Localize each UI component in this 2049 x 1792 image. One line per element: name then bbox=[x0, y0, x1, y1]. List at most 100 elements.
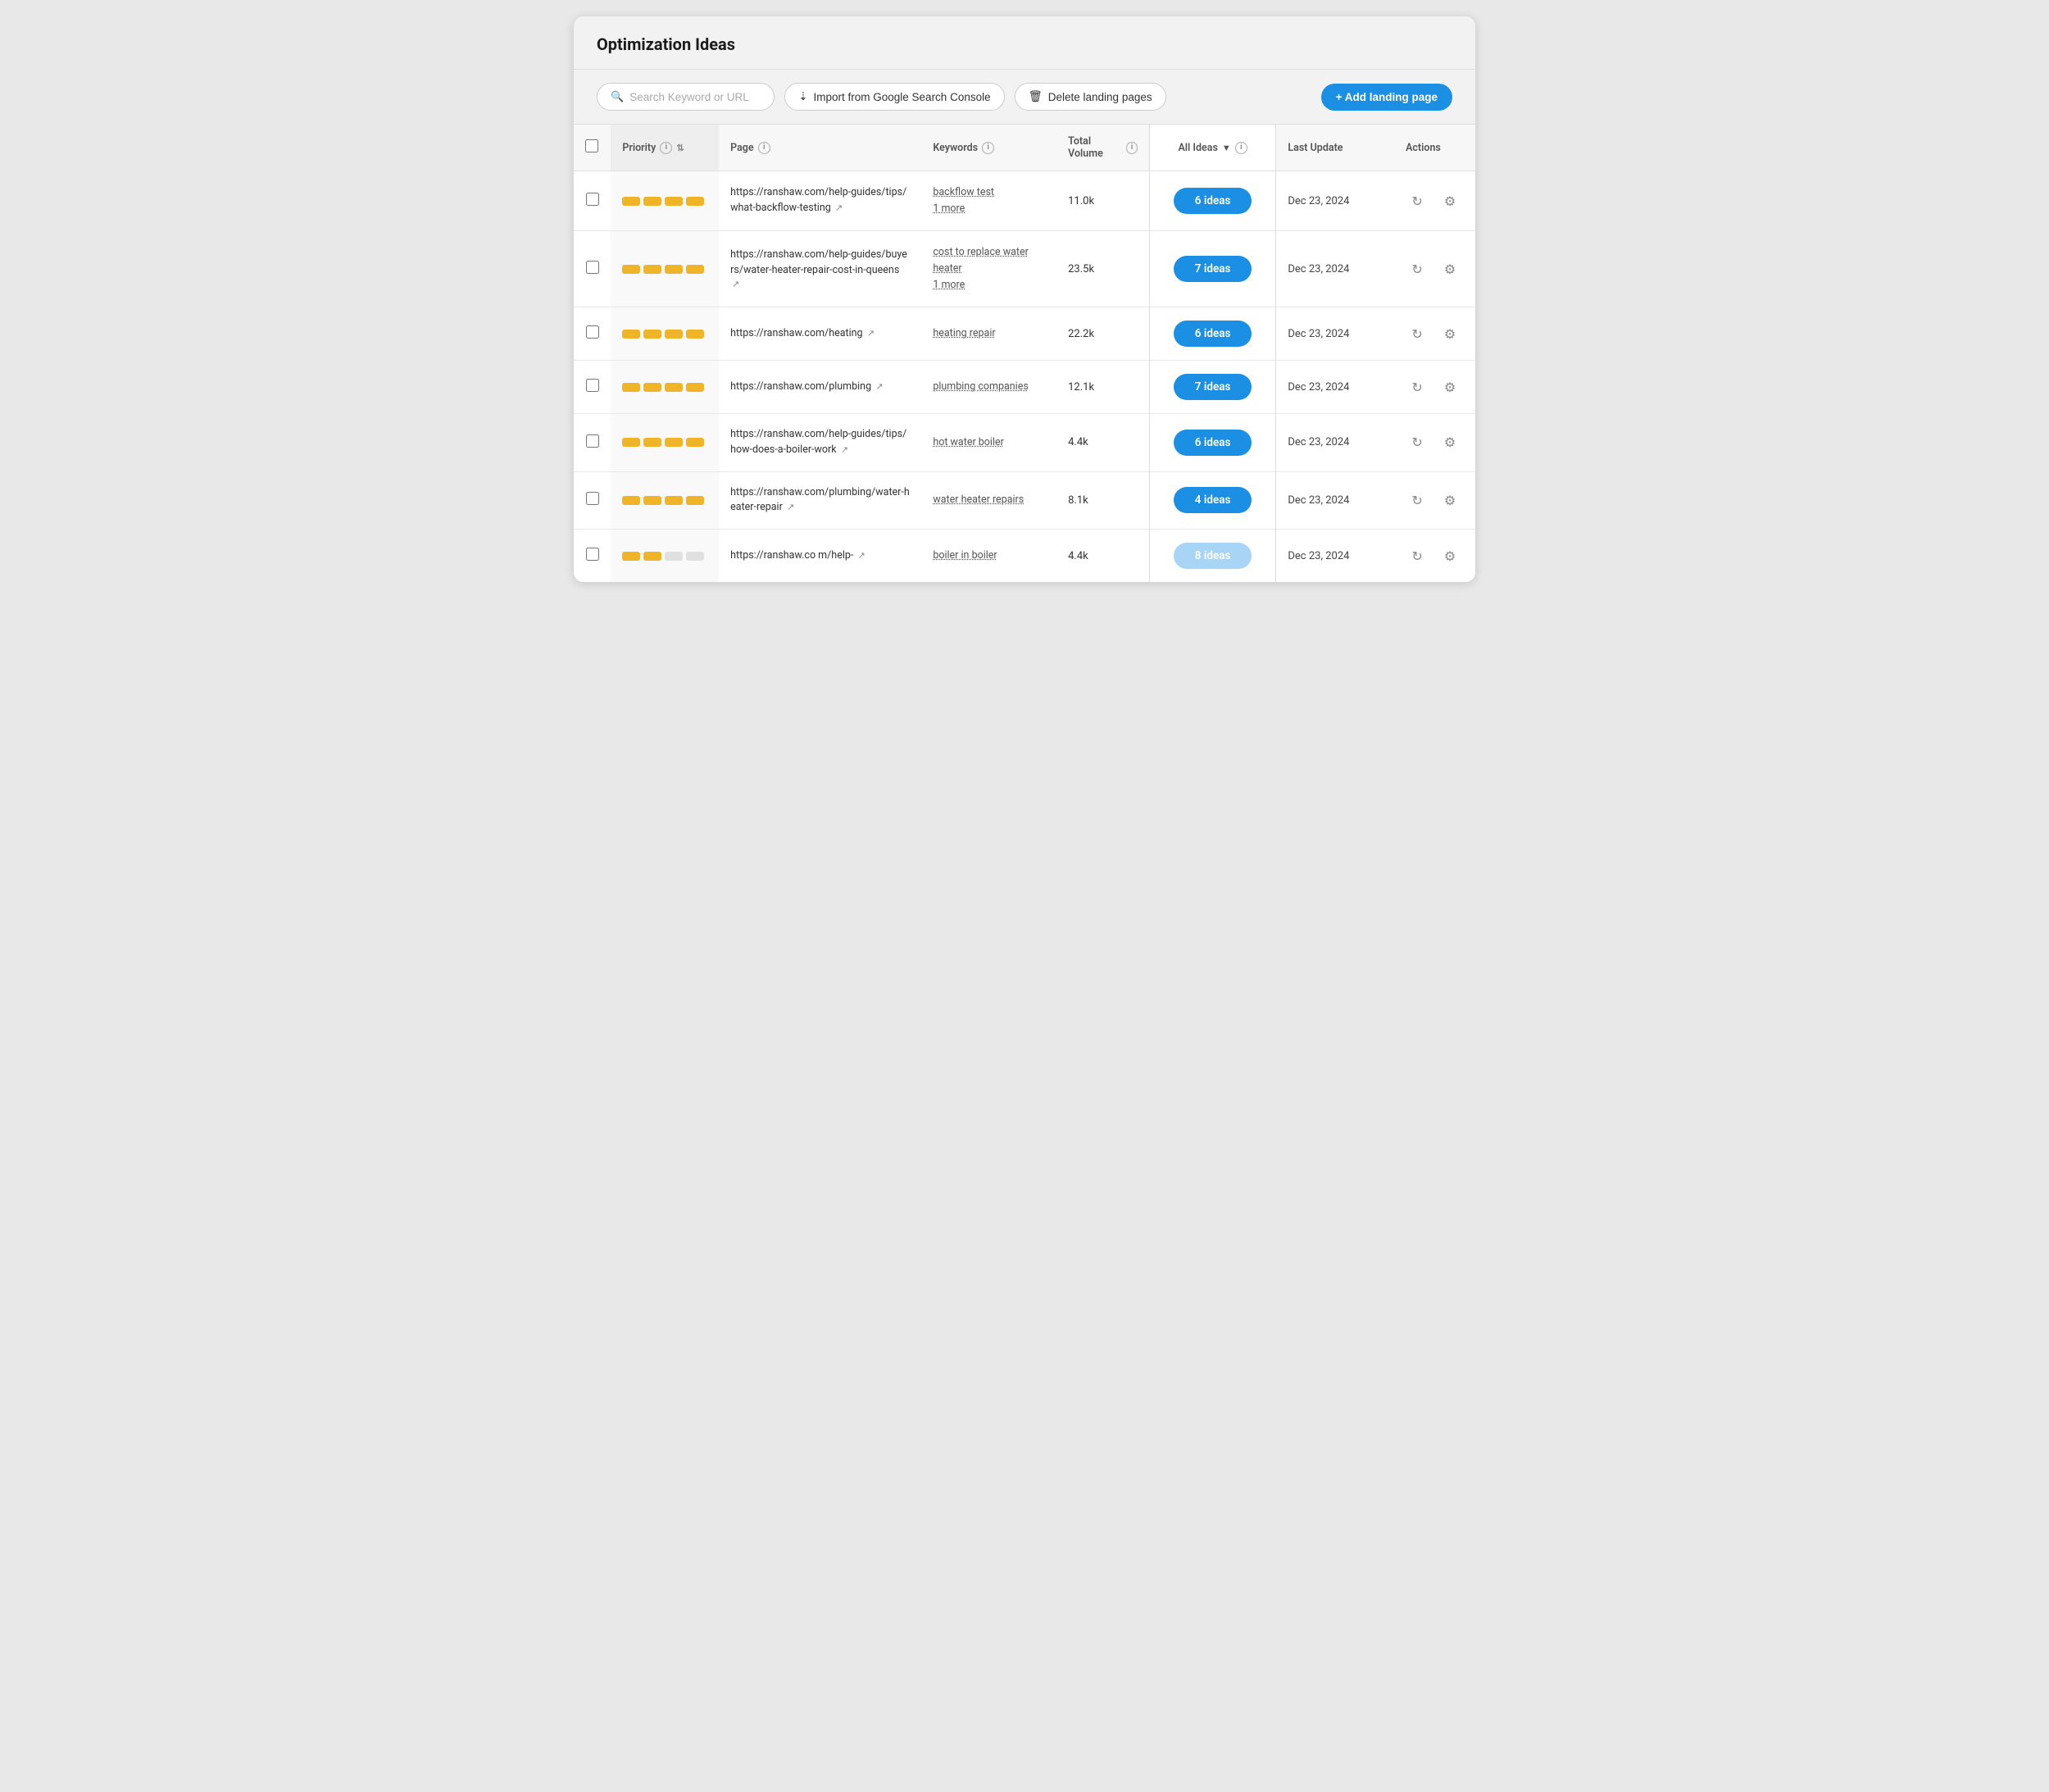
date-value: Dec 23, 2024 bbox=[1288, 195, 1349, 207]
ideas-badge[interactable]: 4 ideas bbox=[1174, 487, 1252, 513]
priority-bar-filled bbox=[665, 383, 683, 392]
keyword-link[interactable]: hot water boiler bbox=[933, 434, 1045, 451]
date-value: Dec 23, 2024 bbox=[1288, 494, 1349, 507]
volume-value: 23.5k bbox=[1068, 263, 1094, 275]
keyword-link[interactable]: plumbing companies bbox=[933, 379, 1045, 395]
keywords-cell: backflow test1 more bbox=[921, 171, 1056, 231]
ideas-badge[interactable]: 7 ideas bbox=[1174, 256, 1252, 282]
refresh-icon[interactable]: ↻ bbox=[1406, 257, 1429, 280]
external-link-icon[interactable]: ↗ bbox=[835, 202, 843, 213]
page-cell: https://ranshaw.com/plumbing/water-heate… bbox=[719, 471, 921, 530]
keyword-link[interactable]: backflow test bbox=[933, 184, 1045, 201]
keyword-link[interactable]: water heater repairs bbox=[933, 492, 1045, 508]
priority-bar-filled bbox=[643, 197, 661, 206]
row-checkbox-cell bbox=[574, 171, 611, 231]
refresh-icon[interactable]: ↻ bbox=[1406, 489, 1429, 512]
row-checkbox[interactable] bbox=[586, 193, 599, 206]
refresh-icon[interactable]: ↻ bbox=[1406, 189, 1429, 212]
lastupdate-cell: Dec 23, 2024 bbox=[1276, 471, 1394, 530]
priority-bars bbox=[622, 197, 707, 206]
refresh-icon[interactable]: ↻ bbox=[1406, 544, 1429, 567]
ideas-badge[interactable]: 6 ideas bbox=[1174, 188, 1252, 214]
priority-bar-filled bbox=[643, 552, 661, 561]
keyword-link[interactable]: 1 more bbox=[933, 277, 1045, 293]
date-value: Dec 23, 2024 bbox=[1288, 381, 1349, 393]
volume-cell: 12.1k bbox=[1056, 361, 1149, 414]
actions-cell: ↻ ⚙ bbox=[1394, 471, 1475, 530]
import-button[interactable]: ⇣ Import from Google Search Console bbox=[784, 83, 1004, 111]
page-cell: https://ranshaw.com/help-guides/tips/wha… bbox=[719, 171, 921, 231]
page-info-icon[interactable]: i bbox=[758, 142, 770, 154]
refresh-icon[interactable]: ↻ bbox=[1406, 431, 1429, 454]
priority-bar-empty bbox=[686, 552, 704, 561]
row-checkbox[interactable] bbox=[586, 261, 599, 274]
volume-info-icon[interactable]: i bbox=[1126, 142, 1138, 154]
external-link-icon[interactable]: ↗ bbox=[875, 381, 883, 392]
row-checkbox[interactable] bbox=[586, 434, 599, 448]
ideas-dropdown-icon[interactable]: ▼ bbox=[1222, 143, 1231, 153]
page-title: Optimization Ideas bbox=[597, 34, 1452, 54]
search-button[interactable]: 🔍 bbox=[597, 83, 775, 111]
row-checkbox[interactable] bbox=[586, 325, 599, 339]
select-all-checkbox[interactable] bbox=[585, 139, 598, 152]
settings-icon[interactable]: ⚙ bbox=[1438, 322, 1461, 345]
add-landing-page-button[interactable]: + Add landing page bbox=[1321, 84, 1452, 111]
priority-bar-filled bbox=[665, 496, 683, 505]
page-cell: https://ranshaw.com/help-guides/tips/how… bbox=[719, 414, 921, 472]
refresh-icon[interactable]: ↻ bbox=[1406, 375, 1429, 398]
ideas-badge[interactable]: 7 ideas bbox=[1174, 374, 1252, 400]
row-checkbox[interactable] bbox=[586, 548, 599, 561]
external-link-icon[interactable]: ↗ bbox=[841, 444, 848, 455]
lastupdate-cell: Dec 23, 2024 bbox=[1276, 307, 1394, 361]
volume-cell: 8.1k bbox=[1056, 471, 1149, 530]
volume-value: 22.2k bbox=[1068, 328, 1094, 340]
keyword-link[interactable]: heating repair bbox=[933, 325, 1045, 342]
ideas-cell: 4 ideas bbox=[1149, 471, 1275, 530]
keywords-cell: boiler in boiler bbox=[921, 530, 1056, 583]
priority-bar-filled bbox=[686, 496, 704, 505]
delete-label: Delete landing pages bbox=[1048, 91, 1152, 103]
settings-icon[interactable]: ⚙ bbox=[1438, 489, 1461, 512]
ideas-badge[interactable]: 6 ideas bbox=[1174, 430, 1252, 456]
external-link-icon[interactable]: ↗ bbox=[732, 279, 739, 289]
priority-bar-filled bbox=[686, 197, 704, 206]
keywords-info-icon[interactable]: i bbox=[982, 142, 994, 154]
keyword-link[interactable]: 1 more bbox=[933, 201, 1045, 217]
keyword-link[interactable]: boiler in boiler bbox=[933, 548, 1045, 564]
table-row: https://ranshaw.com/help-guides/tips/how… bbox=[574, 414, 1475, 472]
settings-icon[interactable]: ⚙ bbox=[1438, 431, 1461, 454]
keyword-link[interactable]: cost to replace water heater bbox=[933, 244, 1045, 277]
date-value: Dec 23, 2024 bbox=[1288, 263, 1349, 275]
actions-column-header: Actions bbox=[1394, 125, 1475, 171]
page-url: https://ranshaw.com/help-guides/tips/how… bbox=[730, 428, 906, 456]
lastupdate-cell: Dec 23, 2024 bbox=[1276, 361, 1394, 414]
ideas-info-icon[interactable]: i bbox=[1235, 142, 1247, 154]
delete-button[interactable]: 🗑 Delete landing pages bbox=[1015, 83, 1166, 111]
volume-cell: 4.4k bbox=[1056, 414, 1149, 472]
external-link-icon[interactable]: ↗ bbox=[787, 502, 794, 512]
ideas-cell: 6 ideas bbox=[1149, 171, 1275, 231]
external-link-icon[interactable]: ↗ bbox=[858, 550, 865, 561]
import-icon: ⇣ bbox=[798, 90, 807, 103]
page-url: https://ranshaw.com/help-guides/tips/wha… bbox=[730, 186, 906, 214]
volume-value: 4.4k bbox=[1068, 436, 1088, 448]
settings-icon[interactable]: ⚙ bbox=[1438, 189, 1461, 212]
page-url: https://ranshaw.com/plumbing/water-heate… bbox=[730, 486, 910, 514]
row-checkbox[interactable] bbox=[586, 379, 599, 392]
settings-icon[interactable]: ⚙ bbox=[1438, 375, 1461, 398]
volume-value: 12.1k bbox=[1068, 381, 1094, 393]
settings-icon[interactable]: ⚙ bbox=[1438, 257, 1461, 280]
row-checkbox[interactable] bbox=[586, 492, 599, 505]
search-input[interactable] bbox=[629, 91, 761, 103]
ideas-badge[interactable]: 6 ideas bbox=[1174, 321, 1252, 347]
row-checkbox-cell bbox=[574, 307, 611, 361]
priority-bar-filled bbox=[643, 383, 661, 392]
ideas-badge[interactable]: 8 ideas bbox=[1174, 543, 1252, 569]
external-link-icon[interactable]: ↗ bbox=[867, 328, 875, 339]
priority-sort-icon[interactable]: ⇅ bbox=[676, 143, 684, 153]
refresh-icon[interactable]: ↻ bbox=[1406, 322, 1429, 345]
settings-icon[interactable]: ⚙ bbox=[1438, 544, 1461, 567]
priority-bar-filled bbox=[622, 383, 640, 392]
page-url: https://ranshaw.com/heating bbox=[730, 327, 862, 339]
priority-info-icon[interactable]: i bbox=[660, 142, 672, 154]
